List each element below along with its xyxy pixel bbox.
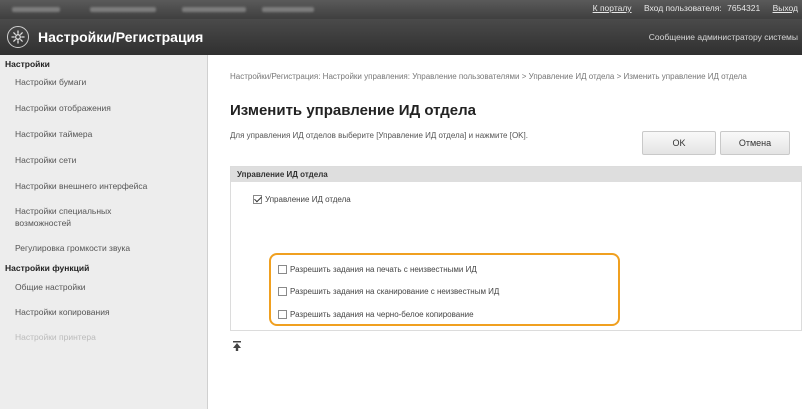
logout-link[interactable]: Выход	[773, 3, 798, 13]
back-to-top-icon[interactable]	[232, 339, 242, 351]
allow-scan-unknown-id-checkbox[interactable]	[278, 287, 287, 296]
sidebar-item-paper[interactable]: Настройки бумаги	[0, 69, 207, 95]
department-id-panel: Управление ИД отдела Управление ИД отдел…	[230, 166, 802, 331]
sidebar-item-network[interactable]: Настройки сети	[0, 147, 207, 173]
page-description: Для управления ИД отделов выберите [Упра…	[230, 131, 528, 140]
login-user-label: Вход пользователя:	[643, 3, 722, 13]
sidebar-item-external-interface[interactable]: Настройки внешнего интерфейса	[0, 173, 207, 199]
sidebar-section-settings: Настройки	[5, 59, 50, 69]
sidebar-item-timer[interactable]: Настройки таймера	[0, 121, 207, 147]
allow-bw-copy-option[interactable]: Разрешить задания на черно-белое копиров…	[278, 310, 474, 319]
cancel-button[interactable]: Отмена	[720, 131, 790, 155]
allow-bw-copy-label: Разрешить задания на черно-белое копиров…	[290, 310, 474, 319]
allow-print-unknown-id-option[interactable]: Разрешить задания на печать с неизвестны…	[278, 265, 477, 274]
breadcrumb: Настройки/Регистрация: Настройки управле…	[230, 72, 747, 81]
admin-message-link[interactable]: Сообщение администратору системы	[649, 32, 798, 42]
department-id-management-label: Управление ИД отдела	[265, 195, 351, 204]
allow-print-unknown-id-label: Разрешить задания на печать с неизвестны…	[290, 265, 477, 274]
allow-scan-unknown-id-option[interactable]: Разрешить задания на сканирование с неиз…	[278, 287, 499, 296]
sidebar-item-common[interactable]: Общие настройки	[0, 275, 207, 299]
app-title: Настройки/Регистрация	[38, 29, 204, 45]
sidebar-item-volume[interactable]: Регулировка громкости звука	[0, 235, 207, 261]
department-id-management-option[interactable]: Управление ИД отдела	[253, 195, 351, 204]
sidebar-item-display[interactable]: Настройки отображения	[0, 95, 207, 121]
top-bar: К порталу Вход пользователя: 7654321 Вых…	[0, 0, 802, 19]
allow-bw-copy-checkbox[interactable]	[278, 310, 287, 319]
settings-logo-icon	[7, 26, 29, 48]
ok-button[interactable]: OK	[642, 131, 716, 155]
top-links: К порталу Вход пользователя: 7654321 Вых…	[583, 3, 798, 13]
allow-scan-unknown-id-label: Разрешить задания на сканирование с неиз…	[290, 287, 500, 296]
panel-header: Управление ИД отдела	[231, 167, 801, 182]
portal-link[interactable]: К порталу	[593, 3, 632, 13]
blurred-text	[90, 7, 156, 12]
sidebar-section-function-settings: Настройки функций	[5, 263, 90, 273]
sidebar-item-printer[interactable]: Настройки принтера	[0, 325, 207, 349]
user-id: 7654321	[727, 3, 761, 13]
sidebar: Настройки Настройки бумаги Настройки ото…	[0, 55, 208, 409]
blurred-text	[12, 7, 60, 12]
blurred-text	[262, 7, 314, 12]
page-title: Изменить управление ИД отдела	[230, 102, 477, 119]
sidebar-item-accessibility[interactable]: Настройки специальных возможностей	[0, 199, 150, 235]
allow-print-unknown-id-checkbox[interactable]	[278, 265, 287, 274]
sidebar-item-copy[interactable]: Настройки копирования	[0, 299, 207, 325]
department-id-management-checkbox[interactable]	[253, 195, 262, 204]
blurred-text	[182, 7, 246, 12]
app-header: Настройки/Регистрация Сообщение админист…	[0, 19, 802, 55]
